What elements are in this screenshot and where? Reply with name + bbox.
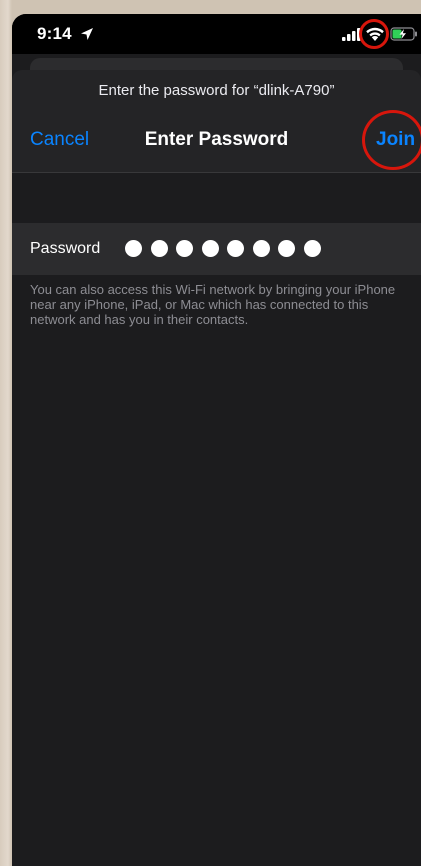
battery-charging-icon [390,27,417,41]
password-label: Password [30,240,101,257]
password-sheet: Enter the password for “dlink-A790” Canc… [12,70,421,866]
password-dot [176,240,193,257]
phone-screen: 9:14 Enter the password for “dlink-A790”… [12,14,421,866]
password-dot [150,240,168,257]
password-dot [201,240,219,257]
password-field[interactable]: Password [12,223,421,275]
password-dot [303,240,321,257]
password-masked-value[interactable] [125,238,321,260]
location-arrow-icon [81,28,93,40]
password-dot [125,240,142,257]
network-prompt: Enter the password for “dlink-A790” [98,82,335,99]
join-annotation-circle [362,110,421,170]
password-dot [278,240,295,257]
wifi-sharing-note: You can also access this Wi-Fi network b… [30,282,396,327]
page-title: Enter Password [144,129,289,150]
wifi-annotation-circle [359,19,389,49]
status-bar: 9:14 [12,14,421,54]
password-dot [227,240,244,257]
status-time: 9:14 [37,24,72,43]
navigation-bar: Enter the password for “dlink-A790” Canc… [12,70,421,172]
password-dot [252,240,270,257]
section-spacer [12,173,421,223]
